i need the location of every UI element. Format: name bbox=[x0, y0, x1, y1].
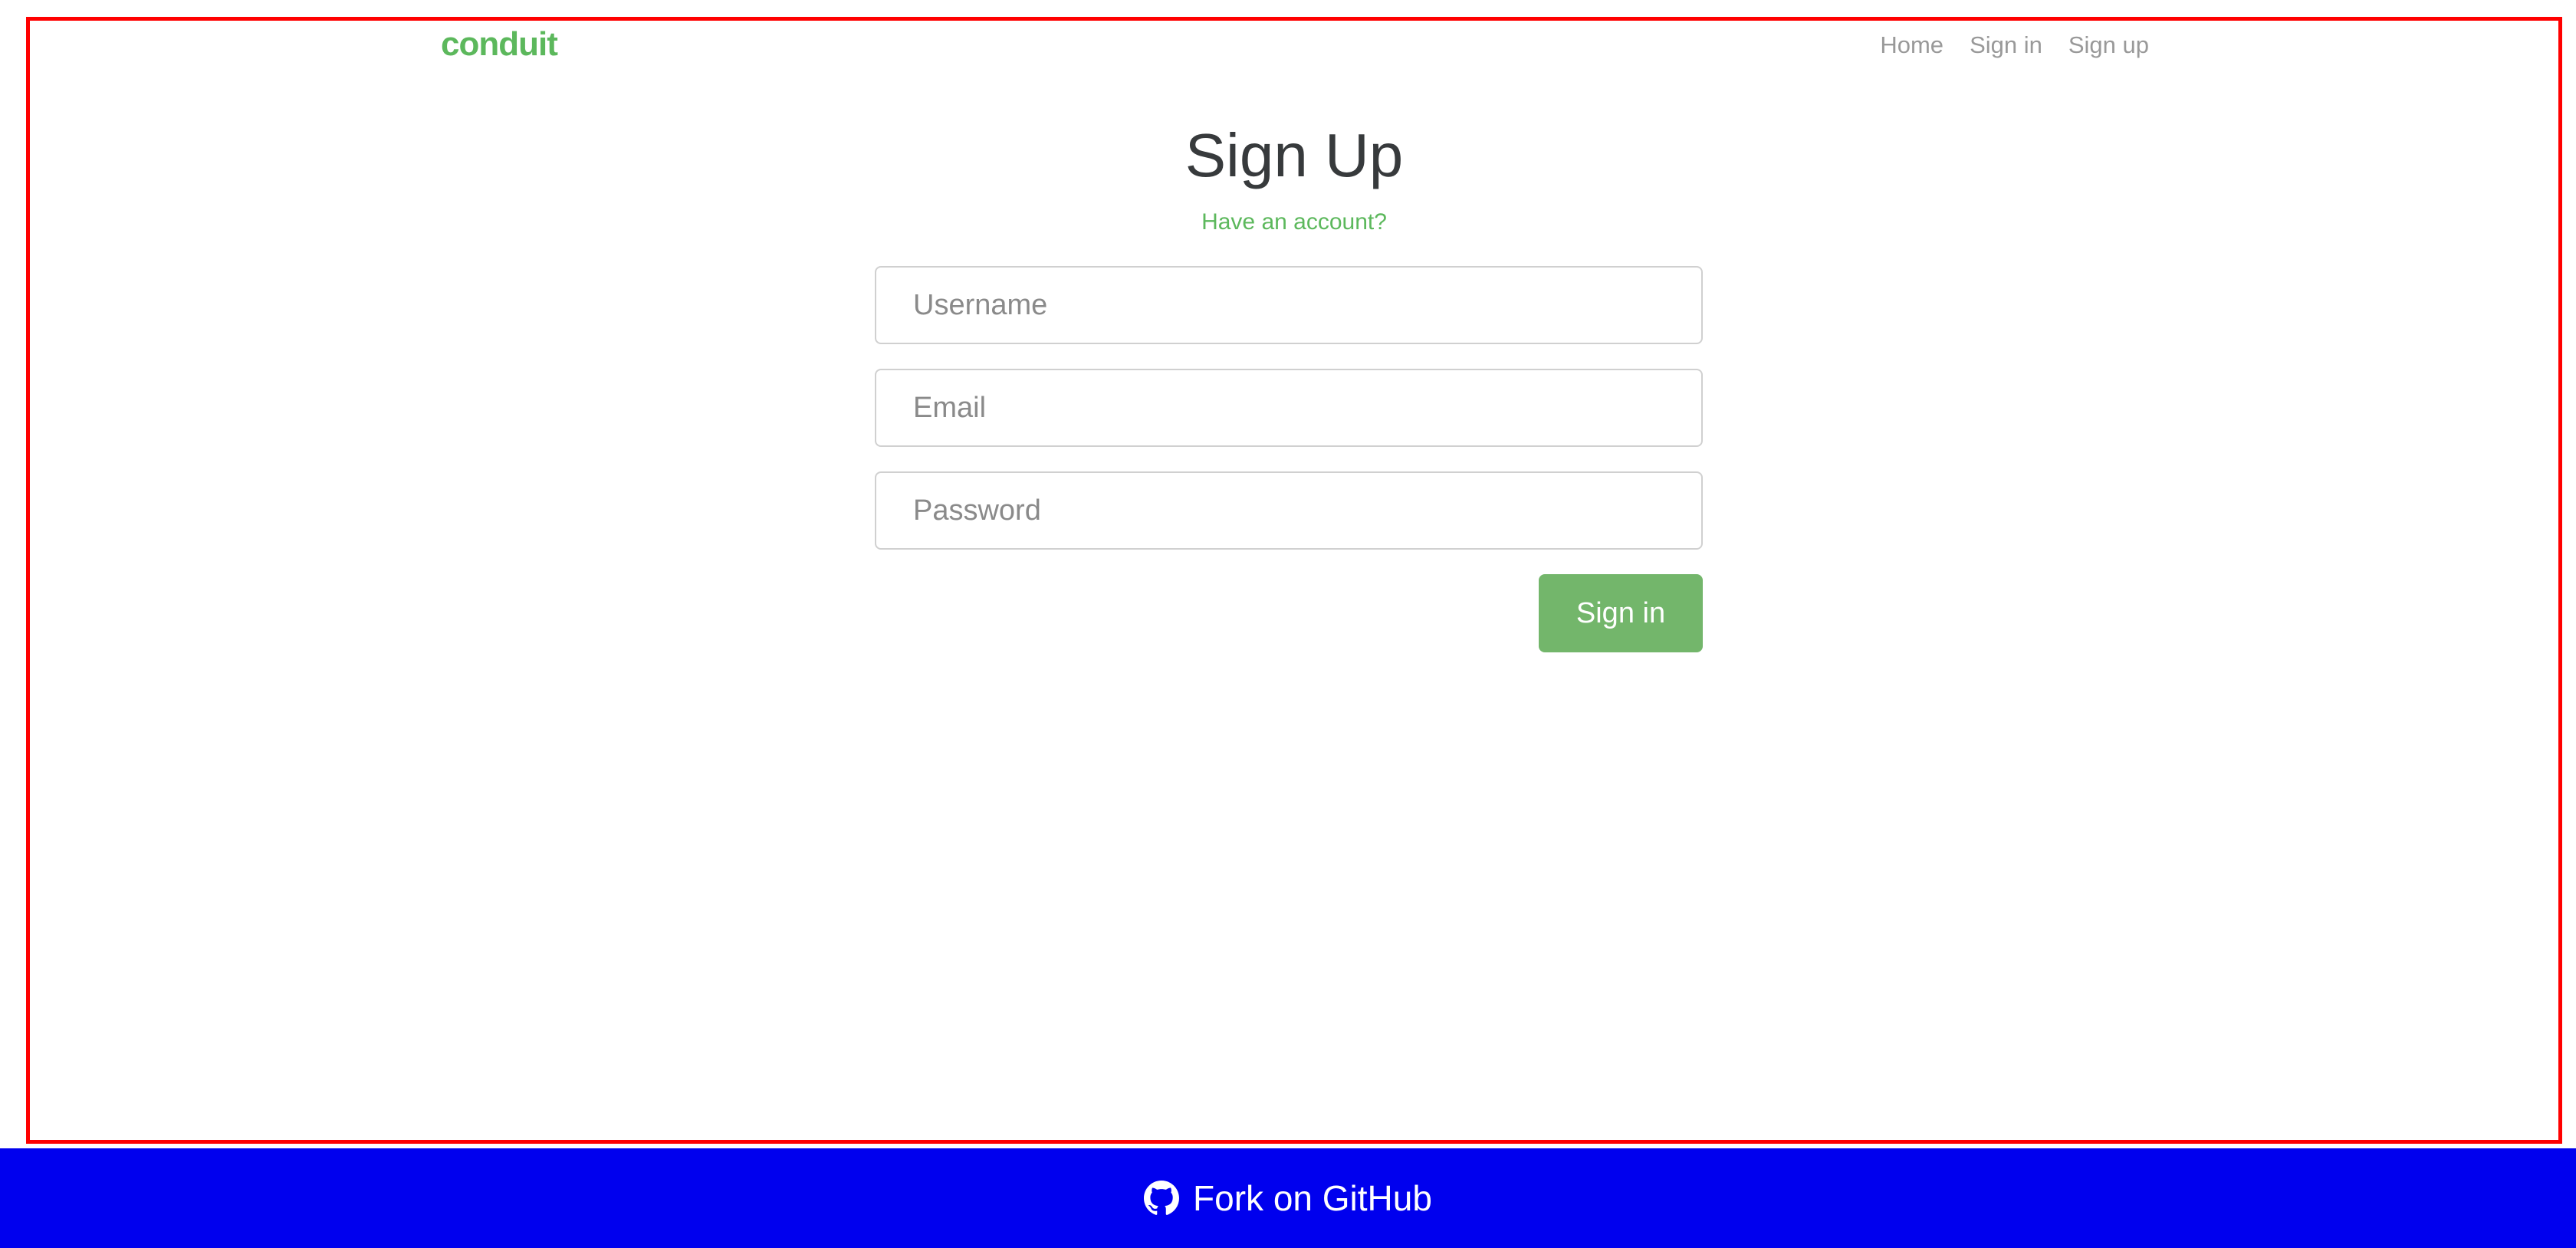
signup-form: Sign in bbox=[875, 266, 1703, 652]
brand-logo[interactable]: conduit bbox=[441, 25, 558, 64]
username-input[interactable] bbox=[875, 266, 1703, 344]
nav-link-home[interactable]: Home bbox=[1880, 31, 1944, 59]
email-input[interactable] bbox=[875, 369, 1703, 447]
github-icon bbox=[1144, 1181, 1180, 1216]
top-navbar: conduit Home Sign in Sign up bbox=[30, 21, 2558, 90]
nav-link-sign-up[interactable]: Sign up bbox=[2068, 31, 2149, 59]
submit-button[interactable]: Sign in bbox=[1539, 574, 1703, 652]
nav-links: Home Sign in Sign up bbox=[1880, 31, 2149, 59]
app-viewport-highlight: conduit Home Sign in Sign up Sign Up Hav… bbox=[26, 17, 2562, 1144]
page-title: Sign Up bbox=[1184, 121, 1404, 189]
submit-row: Sign in bbox=[875, 574, 1703, 652]
nav-link-sign-in[interactable]: Sign in bbox=[1970, 31, 2042, 59]
fork-on-github-banner[interactable]: Fork on GitHub bbox=[0, 1148, 2576, 1248]
have-account-link[interactable]: Have an account? bbox=[30, 209, 2558, 235]
password-input[interactable] bbox=[875, 471, 1703, 550]
footer-label: Fork on GitHub bbox=[1193, 1178, 1432, 1218]
